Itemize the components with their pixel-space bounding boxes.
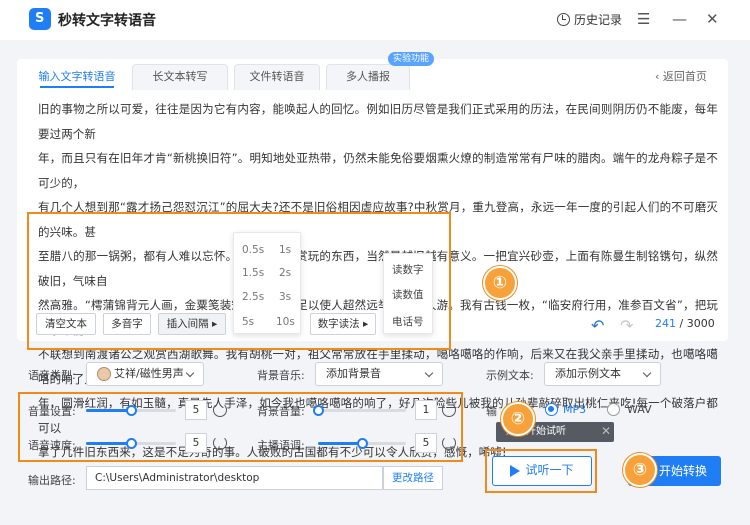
change-path-button[interactable]: 更改路径	[383, 466, 443, 490]
highlight-box-1	[27, 212, 451, 350]
step-badge-2: ②	[501, 402, 535, 436]
avatar	[97, 367, 111, 381]
tab-file-to-speech[interactable]: 文件转语音	[234, 64, 320, 90]
redo-icon[interactable]: ↷	[620, 316, 633, 335]
mp3-radio[interactable]	[545, 403, 558, 416]
mp3-label: MP3	[563, 403, 587, 416]
app-title: 秒转文字转语音	[58, 13, 156, 29]
voice-type-label: 语音类型:	[28, 369, 76, 382]
wav-radio[interactable]	[607, 403, 620, 416]
output-path-label: 输出路径:	[28, 474, 76, 487]
example-select[interactable]: 添加示例文本	[544, 362, 661, 386]
example-label: 示例文本:	[486, 369, 534, 382]
tab-multi-speaker[interactable]: 多人播报	[326, 64, 410, 90]
step-badge-3: ③	[623, 453, 657, 487]
menu-icon[interactable]: ☰	[637, 10, 650, 28]
minimize-button[interactable]: —	[672, 10, 687, 28]
tab-long-text[interactable]: 长文本转写	[132, 64, 228, 90]
undo-icon[interactable]: ↶	[591, 316, 604, 335]
app-logo-icon: S	[29, 8, 51, 30]
wav-label: WAV	[627, 403, 652, 416]
format-label: 输	[486, 405, 497, 418]
text-line: 旧的事物之所以可爱，往往是因为它有内容，能唤起人的回忆。例如旧历尽管是我们正式采…	[38, 102, 718, 141]
history-button[interactable]: 历史记录	[557, 11, 622, 28]
step-badge-1: ①	[483, 266, 517, 300]
char-count: 241 / 3000	[655, 317, 715, 330]
chevron-left-icon: ‹	[655, 70, 663, 83]
tooltip-close-icon[interactable]: ✕	[601, 424, 611, 438]
text-line: 年，而且只有在旧年才肯“新桃换旧符”。明知地处亚热带，仍然未能免俗要烟熏火燎的制…	[38, 151, 718, 190]
bgm-select[interactable]: 添加背景音	[315, 362, 443, 386]
bgm-label: 背景音乐:	[257, 369, 305, 382]
experimental-badge: 实验功能	[388, 52, 435, 66]
voice-type-select[interactable]: 艾祥/磁性男声	[86, 362, 204, 386]
highlight-box-2	[18, 392, 463, 462]
active-tab-underline	[40, 86, 114, 88]
highlight-box-3	[485, 449, 597, 493]
back-home-link[interactable]: ‹ 返回首页	[655, 68, 707, 84]
close-button[interactable]: ✕	[706, 10, 719, 28]
clock-icon	[557, 13, 570, 26]
output-path-input[interactable]: C:\Users\Administrator\desktop	[86, 466, 383, 490]
